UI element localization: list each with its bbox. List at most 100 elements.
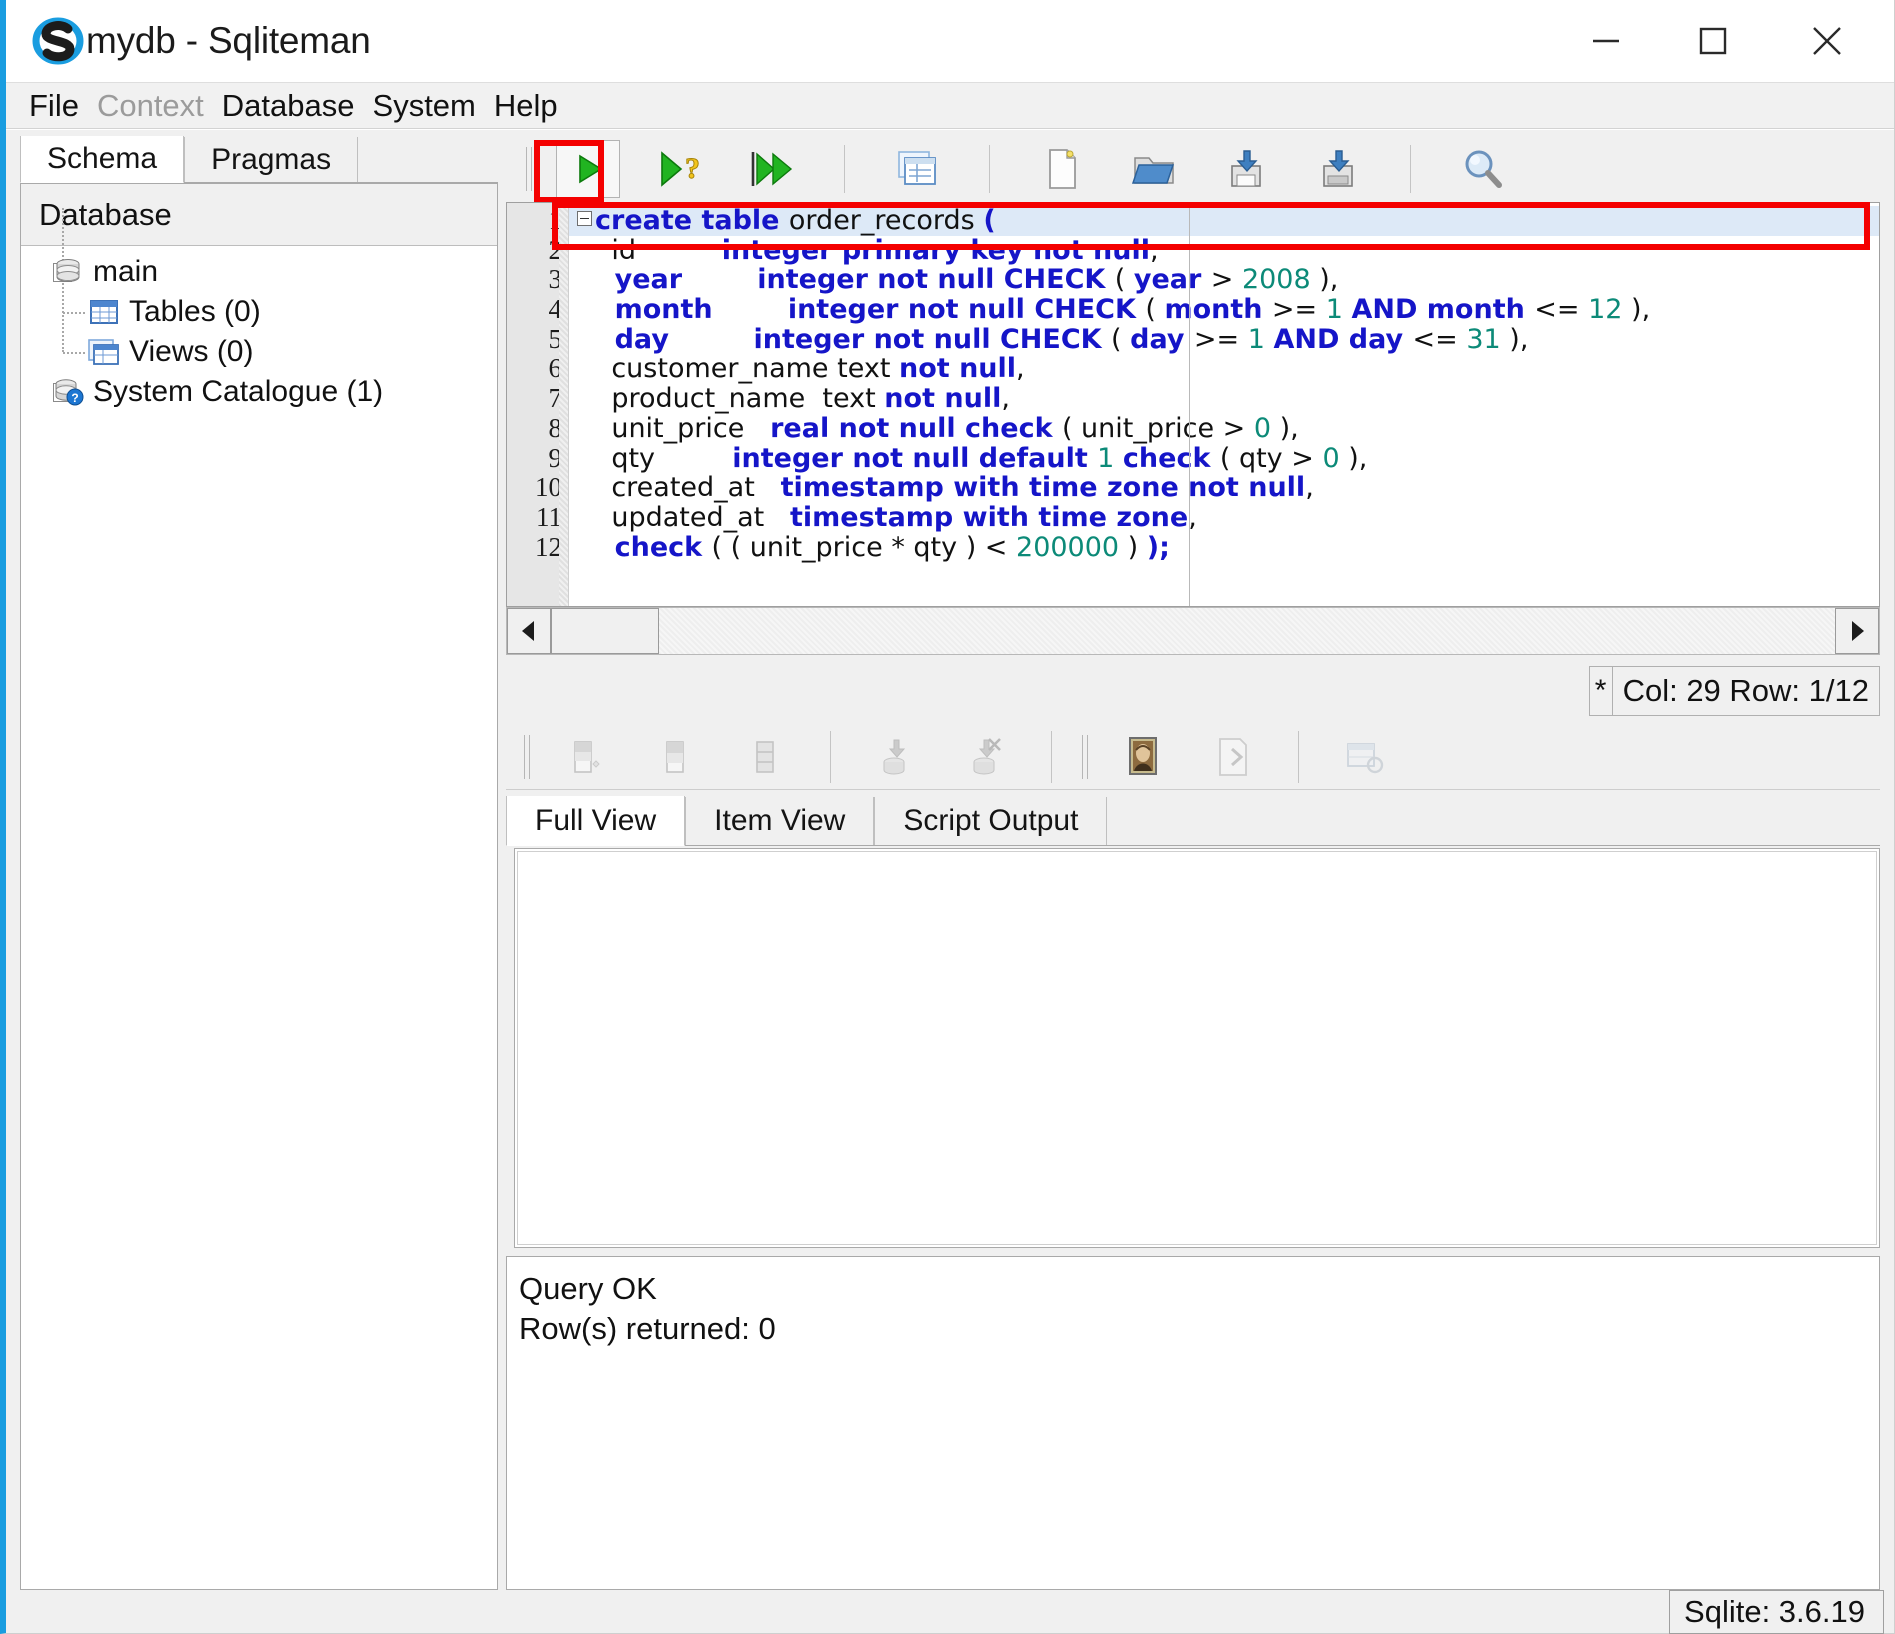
- code-token: 12: [1588, 294, 1632, 326]
- code-line[interactable]: create table order_records (: [569, 206, 1879, 236]
- close-icon[interactable]: [1782, 0, 1872, 82]
- find-button[interactable]: [1451, 140, 1515, 198]
- view-icon: [87, 337, 121, 367]
- fold-marker-icon[interactable]: [577, 211, 592, 226]
- code-token: year: [1133, 264, 1211, 296]
- code-token: create table: [595, 205, 789, 236]
- scrollbar-track[interactable]: [659, 608, 1835, 654]
- code-token: 1: [1325, 294, 1352, 326]
- schema-tree: Database −: [20, 183, 498, 1590]
- results-tab-bar: Full View Item View Script Output: [506, 796, 1880, 846]
- view-blob-button[interactable]: [1114, 730, 1172, 784]
- results-toolbar: [506, 724, 1880, 790]
- tree-item-tables[interactable]: Tables (0): [21, 292, 497, 332]
- results-toolbar-drag-handle[interactable]: [524, 734, 530, 779]
- toolbar-separator: [1410, 145, 1411, 193]
- code-line[interactable]: product_name text not null,: [569, 384, 1879, 414]
- tab-script-output[interactable]: Script Output: [874, 797, 1108, 845]
- results-grid-inner: [517, 851, 1877, 1245]
- menu-help[interactable]: Help: [485, 90, 567, 121]
- code-token: order_records: [788, 205, 984, 236]
- code-token: month integer not null CHECK: [577, 294, 1146, 326]
- minimize-icon[interactable]: [1561, 0, 1651, 82]
- code-line[interactable]: id integer primary key not null,: [569, 235, 1879, 266]
- line-number: 8: [548, 412, 563, 443]
- maximize-icon[interactable]: [1668, 0, 1758, 82]
- code-line[interactable]: updated_at timestamp with time zone,: [569, 503, 1879, 533]
- code-line[interactable]: day integer not null CHECK ( day >= 1 AN…: [569, 323, 1879, 355]
- menu-database[interactable]: Database: [213, 90, 364, 121]
- code-token: >: [1210, 264, 1242, 296]
- scroll-right-arrow-icon[interactable]: [1835, 608, 1879, 654]
- code-token: timestamp with time zone not null: [780, 472, 1306, 504]
- code-token: AND month: [1351, 294, 1535, 326]
- code-line[interactable]: year integer not null CHECK ( year > 200…: [569, 265, 1879, 295]
- line-number: 12: [535, 531, 562, 562]
- run-explain-button[interactable]: ?: [648, 140, 712, 198]
- results-toolbar-separator: [1051, 730, 1052, 783]
- code-token: check: [1122, 442, 1220, 474]
- tree-body: − main: [21, 208, 497, 412]
- save-sql-file-as-button[interactable]: [1306, 140, 1370, 198]
- code-line[interactable]: unit_price real not null check ( unit_pr…: [569, 412, 1879, 444]
- code-token: (: [983, 205, 996, 236]
- code-line[interactable]: check ( ( unit_price * qty ) < 200000 ) …: [569, 532, 1879, 563]
- tree-header-database: Database: [21, 184, 497, 246]
- save-sql-file-button[interactable]: [1214, 140, 1278, 198]
- export-data-button: [1335, 730, 1393, 784]
- run-sql-button[interactable]: [556, 140, 620, 198]
- svg-text:?: ?: [71, 391, 78, 405]
- tree-item-system-catalogue[interactable]: + ? System Catalogue (1): [21, 372, 497, 412]
- menu-file[interactable]: File: [20, 90, 88, 121]
- line-number: 10: [535, 472, 562, 503]
- code-line[interactable]: month integer not null CHECK ( month >= …: [569, 295, 1879, 325]
- menu-system[interactable]: System: [364, 90, 485, 121]
- results-toolbar-drag-handle-2[interactable]: [1082, 734, 1088, 779]
- sql-toolbar: ?: [506, 136, 1880, 202]
- new-sql-file-button[interactable]: [1030, 140, 1094, 198]
- code-token: (: [1114, 264, 1134, 296]
- tree-item-views[interactable]: Views (0): [21, 332, 497, 372]
- scrollbar-thumb[interactable]: [551, 608, 659, 654]
- code-lines[interactable]: create table order_records ( id integer …: [569, 203, 1879, 606]
- code-token: 1: [1247, 323, 1274, 355]
- sql-text-editor[interactable]: 1 2 3 4 5 6 7 8 9 10 11 12 create table …: [506, 202, 1880, 607]
- tree-label: System Catalogue (1): [93, 375, 384, 408]
- main-area: Schema Pragmas Database −: [6, 130, 1894, 1634]
- window-title: mydb - Sqliteman: [86, 20, 371, 61]
- code-token: <=: [1534, 294, 1589, 326]
- tree-label: Tables (0): [129, 295, 261, 328]
- line-number: 2: [548, 234, 563, 265]
- code-token: integer not null default: [732, 442, 1098, 474]
- schema-panel: Schema Pragmas Database −: [20, 136, 498, 1590]
- toolbar-drag-handle[interactable]: [526, 147, 532, 191]
- scroll-left-arrow-icon[interactable]: [507, 608, 551, 654]
- tree-item-main[interactable]: − main: [21, 252, 497, 292]
- tab-full-view[interactable]: Full View: [506, 796, 686, 846]
- schema-tab-bar: Schema Pragmas: [20, 136, 498, 183]
- results-grid[interactable]: [514, 848, 1880, 1248]
- create-view-button[interactable]: [885, 140, 949, 198]
- code-token: 31: [1466, 323, 1510, 355]
- rollback-button: [957, 730, 1015, 784]
- code-token: ),: [1319, 264, 1339, 296]
- code-token: ,: [1016, 353, 1025, 385]
- sqliteman-logo-icon: [32, 15, 84, 67]
- toolbar-separator: [989, 145, 990, 193]
- tab-schema[interactable]: Schema: [20, 136, 185, 183]
- code-token: (: [1111, 323, 1131, 355]
- editor-horizontal-scrollbar[interactable]: [506, 607, 1880, 655]
- run-step-button[interactable]: [740, 140, 804, 198]
- database-icon: [51, 257, 85, 287]
- code-token: ),: [1631, 294, 1651, 326]
- code-token: ( unit_price >: [1061, 412, 1254, 444]
- tab-pragmas[interactable]: Pragmas: [184, 137, 359, 182]
- open-sql-file-button[interactable]: [1122, 140, 1186, 198]
- line-number: 9: [548, 442, 563, 473]
- tab-item-view[interactable]: Item View: [685, 797, 875, 845]
- code-token: >=: [1271, 294, 1326, 326]
- editor-position-status: * Col: 29 Row: 1/12: [1588, 666, 1880, 716]
- code-line[interactable]: qty integer not null default 1 check ( q…: [569, 442, 1879, 474]
- code-line[interactable]: created_at timestamp with time zone not …: [569, 473, 1879, 503]
- code-line[interactable]: customer_name text not null,: [569, 354, 1879, 384]
